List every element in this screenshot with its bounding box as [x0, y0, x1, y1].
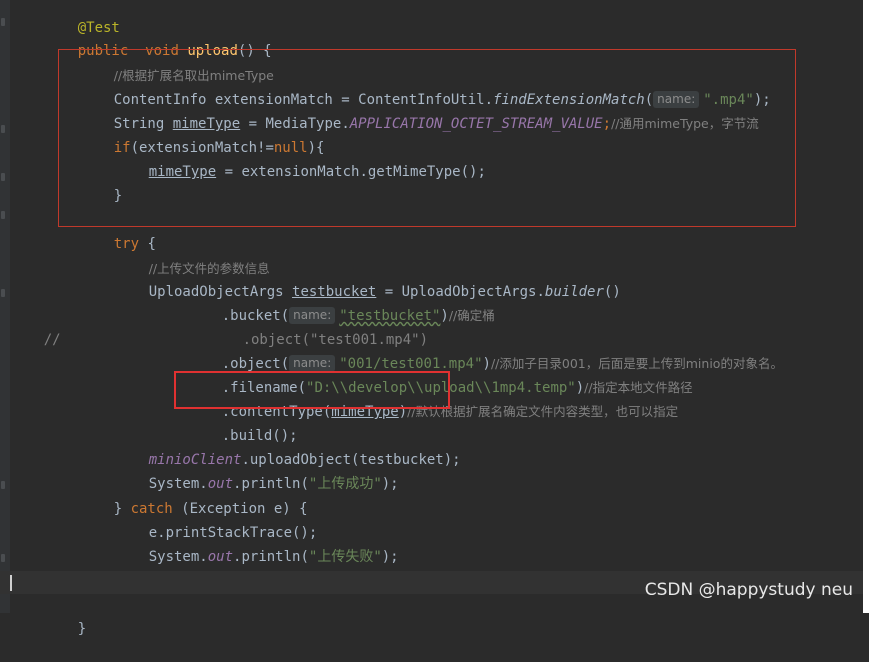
comment-bucket: //确定桶 — [448, 308, 495, 323]
code-line-mimetype-decl: String mimeType = MediaType.APPLICATION_… — [80, 91, 759, 132]
code-line-builder: UploadObjectArgs testbucket = UploadObje… — [115, 259, 621, 300]
code-line-extension-match: ContentInfo extensionMatch = ContentInfo… — [80, 67, 771, 108]
code-text: () — [603, 284, 621, 300]
variable-mimetype: mimeType — [331, 404, 399, 420]
fold-marker[interactable] — [1, 481, 5, 489]
code-line-annotation: @Test — [44, 0, 120, 36]
code-text: = extensionMatch.getMimeType(); — [216, 164, 486, 180]
code-line-catch: } catch (Exception e) { — [80, 476, 308, 517]
code-line-comment-upload-args: //上传文件的参数信息 — [115, 236, 270, 276]
string-literal: "上传失败" — [308, 549, 382, 565]
string-literal: "上传成功" — [308, 476, 382, 492]
fold-marker[interactable] — [1, 18, 5, 26]
code-line-method-signature: public void upload() { — [44, 18, 272, 59]
fold-marker[interactable] — [1, 211, 5, 219]
code-line-commented-object: //.object("test001.mp4") — [10, 307, 428, 348]
variable-mimetype: mimeType — [148, 164, 217, 180]
code-text: ); — [381, 476, 399, 492]
code-line-print-success: System.out.println("上传成功"); — [115, 451, 399, 492]
code-line-close-if: } — [80, 163, 122, 204]
page-right-margin — [863, 0, 869, 613]
code-text: System. — [148, 549, 208, 565]
fold-marker[interactable] — [1, 125, 5, 133]
method-builder: builder — [544, 284, 604, 300]
code-line-filename: .filename("D:\\develop\\upload\\1mp4.tem… — [188, 355, 693, 396]
csdn-watermark: CSDN @happystudy neu — [644, 580, 853, 600]
code-line-if: if(extensionMatch!=null){ — [80, 115, 325, 156]
code-line-assign-mime: mimeType = extensionMatch.getMimeType(); — [115, 139, 486, 180]
fold-marker[interactable] — [1, 289, 5, 297]
fold-marker[interactable] — [1, 173, 5, 181]
code-line-print-stack: e.printStackTrace(); — [115, 500, 318, 541]
code-text: ); — [381, 549, 399, 565]
code-text: } — [113, 188, 123, 204]
comment-generic-mime: //通用mimeType，字节流 — [611, 116, 759, 131]
code-line-build: .build(); — [188, 403, 298, 444]
comment-content-type: //默认根据扩展名确定文件内容类型，也可以指定 — [407, 404, 679, 419]
code-text: } — [77, 621, 87, 637]
code-line-content-type: .contentType(mimeType)//默认根据扩展名确定文件内容类型，… — [188, 379, 678, 420]
code-text: .println( — [233, 549, 309, 565]
semicolon: ; — [602, 116, 612, 132]
code-line-bucket: .bucket(name: "testbucket")//确定桶 — [188, 283, 495, 324]
code-line-comment-mime: //根据扩展名取出mimeType — [80, 43, 274, 83]
editor-gutter — [0, 0, 10, 613]
code-text: ) — [398, 404, 408, 420]
static-out: out — [207, 549, 234, 565]
comment-prefix: // — [43, 332, 61, 348]
text-caret — [10, 575, 12, 591]
code-line-object: .object(name: "001/test001.mp4")//添加子目录00… — [188, 331, 783, 372]
code-line-upload-object: minioClient.uploadObject(testbucket); — [115, 427, 461, 468]
code-text: ) — [440, 308, 449, 324]
code-line-print-fail: System.out.println("上传失败"); — [115, 524, 399, 565]
fold-marker[interactable] — [1, 554, 5, 562]
code-line-close-catch: } — [80, 548, 122, 589]
constant-octet-stream: APPLICATION_OCTET_STREAM_VALUE — [349, 116, 603, 132]
code-line-close-method: } — [44, 596, 86, 637]
code-line-try: try { — [80, 211, 156, 252]
